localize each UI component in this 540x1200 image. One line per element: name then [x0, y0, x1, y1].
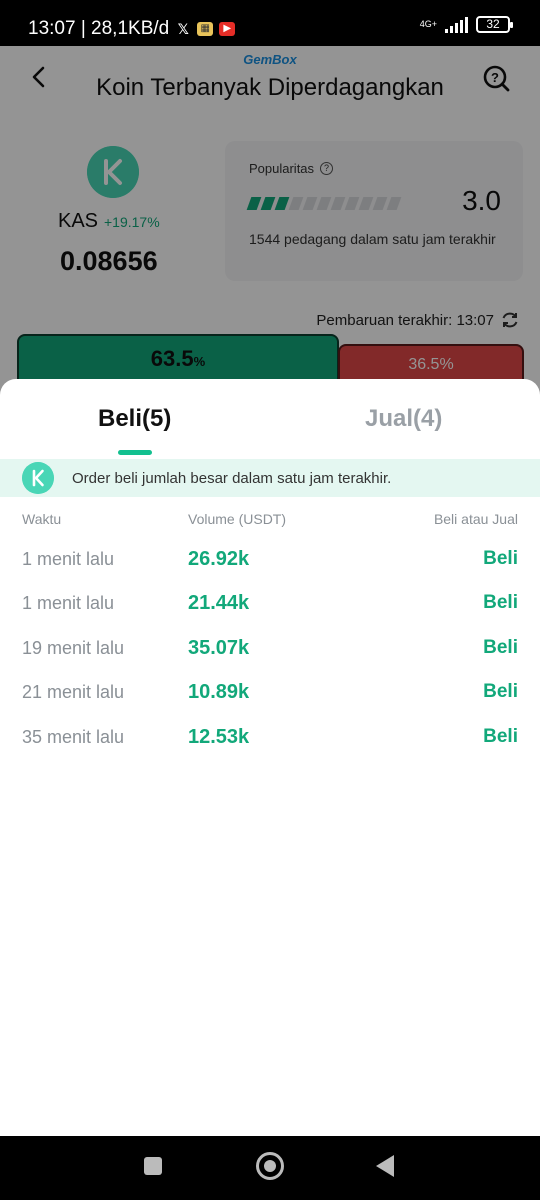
column-header-volume: Volume (USDT)	[188, 511, 287, 527]
status-bar: 13:07 | 28,1KB/d 𝕏 ▦ ▶ 4G+ 32	[0, 0, 540, 46]
row-time: 1 menit lalu	[22, 593, 115, 614]
bottom-sheet: Beli(5) Jual(4) Order beli jumlah besar …	[0, 379, 540, 1136]
back-button[interactable]	[376, 1155, 394, 1177]
active-tab-indicator	[118, 450, 152, 455]
home-button[interactable]	[256, 1152, 284, 1180]
row-time: 1 menit lalu	[22, 549, 115, 569]
column-header-side: Beli atau Jual	[433, 511, 518, 527]
row-side: Beli	[483, 725, 518, 747]
row-side: Beli	[483, 592, 518, 614]
table-row: 19 menit lalu 35.07k Beli	[0, 628, 540, 672]
table-row: 35 menit lalu 12.53k Beli	[0, 717, 540, 761]
status-time: 13:07 | 28,1KB/d	[28, 18, 170, 39]
row-volume: 21.44k	[188, 592, 250, 615]
network-type: 4G+	[419, 19, 437, 29]
x-app-icon: 𝕏	[177, 21, 189, 37]
order-list: 1 menit lalu 26.92k Beli 1 menit lalu 21…	[0, 539, 540, 761]
tab-sell[interactable]: Jual(4)	[365, 405, 442, 433]
recent-apps-button[interactable]	[144, 1157, 162, 1175]
notice-text: Order beli jumlah besar dalam satu jam t…	[72, 470, 392, 487]
table-row: 1 menit lalu 21.44k Beli	[0, 583, 540, 627]
row-volume: 35.07k	[188, 636, 250, 659]
system-nav-bar	[0, 1136, 540, 1200]
signal-icon	[445, 16, 468, 33]
battery-icon: 32	[476, 16, 513, 33]
column-header-time: Waktu	[22, 511, 62, 527]
row-volume: 10.89k	[188, 681, 250, 704]
row-time: 19 menit lalu	[22, 637, 125, 658]
notice-banner: Order beli jumlah besar dalam satu jam t…	[0, 459, 540, 497]
row-side: Beli	[483, 548, 518, 569]
table-row: 21 menit lalu 10.89k Beli	[0, 672, 540, 716]
row-time: 21 menit lalu	[22, 682, 125, 703]
row-side: Beli	[483, 681, 518, 703]
status-right: 4G+ 32	[419, 16, 513, 33]
row-volume: 12.53k	[188, 725, 250, 748]
youtube-icon: ▶	[219, 22, 236, 36]
kaspa-logo-icon	[22, 462, 54, 494]
status-left: 13:07 | 28,1KB/d 𝕏 ▦ ▶	[28, 18, 236, 40]
store-app-icon: ▦	[197, 22, 214, 36]
row-time: 35 menit lalu	[22, 726, 125, 747]
tab-buy[interactable]: Beli(5)	[98, 405, 171, 433]
table-row: 1 menit lalu 26.92k Beli	[0, 539, 540, 583]
row-side: Beli	[483, 636, 518, 658]
row-volume: 26.92k	[188, 548, 250, 570]
